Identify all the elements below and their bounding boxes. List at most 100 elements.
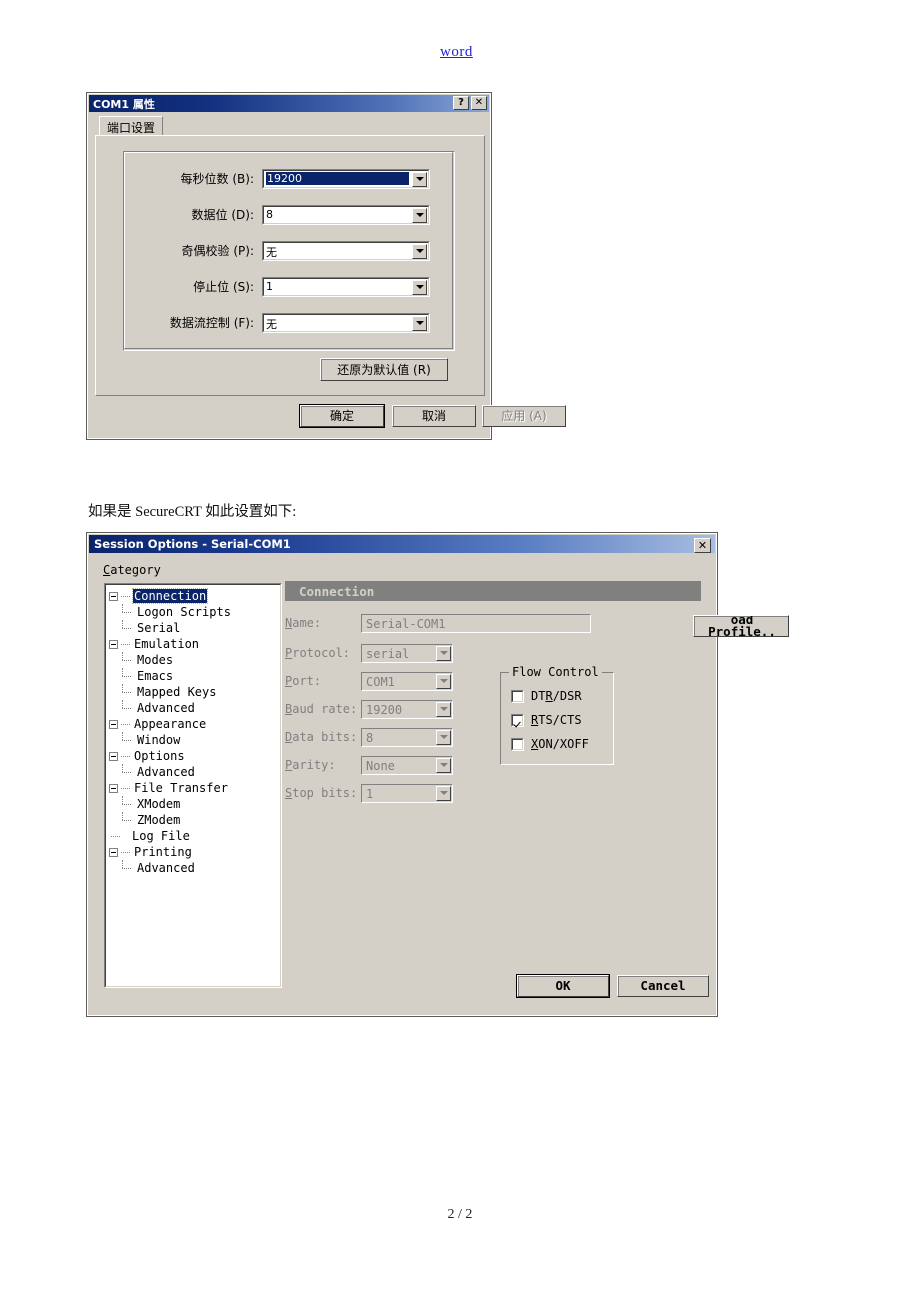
session-options-dialog: Session Options - Serial-COM1 ✕ Category… [86, 532, 789, 1017]
tree-item-log-file[interactable]: Log File [109, 828, 280, 844]
field-name: Name: Serial-COM1 [285, 613, 689, 633]
tree-collapse-icon[interactable] [109, 751, 118, 761]
tree-elbow-icon [118, 668, 136, 684]
combo-stop-bits[interactable]: 1 [361, 783, 453, 803]
combo-port[interactable]: COM1 [361, 671, 453, 691]
chevron-down-icon[interactable] [436, 785, 451, 801]
tree-item-label: Advanced [137, 765, 195, 779]
chevron-down-icon[interactable] [412, 243, 427, 259]
value-bits-per-second: 19200 [266, 171, 409, 185]
tree-item-label: Mapped Keys [137, 685, 217, 699]
close-icon[interactable]: ✕ [694, 538, 711, 553]
word-link[interactable]: word [440, 44, 473, 61]
tree-elbow-icon [118, 604, 136, 620]
tree-item-emulation[interactable]: Emulation [109, 636, 280, 652]
ok-button[interactable]: 确定 [300, 405, 384, 427]
tree-connector [121, 752, 130, 761]
cancel-button[interactable]: Cancel [617, 975, 709, 997]
cancel-button[interactable]: 取消 [392, 405, 476, 427]
tree-item-printing[interactable]: Printing [109, 844, 280, 860]
chevron-down-icon[interactable] [436, 645, 451, 661]
tab-port-settings[interactable]: 端口设置 [99, 116, 164, 136]
chevron-down-icon[interactable] [412, 315, 427, 331]
value-port: COM1 [366, 674, 395, 689]
tree-item-mapped-keys[interactable]: Mapped Keys [109, 684, 280, 700]
tree-item-file-transfer[interactable]: File Transfer [109, 780, 280, 796]
tree-item-label: Emacs [137, 669, 174, 683]
label-rts-cts: RTS/CTS [531, 713, 582, 727]
tree-item-advanced[interactable]: Advanced [109, 764, 280, 780]
chevron-down-icon[interactable] [412, 279, 427, 295]
tree-item-emacs[interactable]: Emacs [109, 668, 280, 684]
tree-item-label: Options [134, 749, 185, 763]
tree-item-zmodem[interactable]: ZModem [109, 812, 280, 828]
checkbox-rts-cts[interactable] [511, 713, 524, 727]
field-parity: 奇偶校验 (P): 无 [124, 240, 456, 261]
tree-item-appearance[interactable]: Appearance [109, 716, 280, 732]
tree-item-window[interactable]: Window [109, 732, 280, 748]
tree-collapse-icon[interactable] [109, 719, 118, 729]
label-stop-bits: 停止位 (S): [193, 280, 254, 294]
combo-protocol[interactable]: serial [361, 643, 453, 663]
chevron-down-icon[interactable] [412, 171, 427, 187]
value-stop-bits: 1 [266, 279, 273, 293]
label-port: Port: [285, 674, 322, 688]
ok-button[interactable]: OK [517, 975, 609, 997]
tree-item-label: Advanced [137, 861, 195, 875]
chevron-down-icon[interactable] [412, 207, 427, 223]
help-icon[interactable]: ? [453, 96, 469, 110]
tree-item-advanced[interactable]: Advanced [109, 700, 280, 716]
chevron-down-icon[interactable] [436, 673, 451, 689]
checkbox-dtr-dsr[interactable] [511, 689, 524, 703]
session-titlebar[interactable]: Session Options - Serial-COM1 ✕ [89, 535, 715, 553]
category-label: Category [103, 563, 161, 577]
tree-item-options[interactable]: Options [109, 748, 280, 764]
combo-baud-rate[interactable]: 19200 [361, 699, 453, 719]
combo-parity[interactable]: None [361, 755, 453, 775]
category-tree[interactable]: Connection Logon Scripts Serial Emulation Mo… [104, 583, 282, 988]
checkbox-row-dtr-dsr[interactable]: DTR/DSR [511, 689, 582, 703]
checkbox-row-rts-cts[interactable]: RTS/CTS [511, 713, 582, 727]
com1-titlebar[interactable]: COM1 属性 ? ✕ [89, 95, 489, 112]
tree-connector [121, 640, 130, 649]
body-paragraph: 如果是 SecureCRT 如此设置如下: [88, 504, 297, 520]
tree-item-serial[interactable]: Serial [109, 620, 280, 636]
com1-tabstrip: 端口设置 [95, 116, 485, 136]
tree-item-connection[interactable]: Connection [109, 588, 280, 604]
tree-item-modes[interactable]: Modes [109, 652, 280, 668]
tree-collapse-icon[interactable] [109, 591, 118, 601]
combo-parity[interactable]: 无 [262, 240, 430, 261]
value-data-bits: 8 [266, 207, 273, 221]
checkbox-xon-xoff[interactable] [511, 737, 524, 751]
load-profile-button[interactable]: oad Profile.. [693, 615, 789, 637]
chevron-down-icon[interactable] [436, 757, 451, 773]
close-icon[interactable]: ✕ [471, 96, 487, 110]
combo-bits-per-second[interactable]: 19200 [262, 168, 430, 189]
value-baud-rate: 19200 [366, 702, 403, 717]
tree-item-advanced[interactable]: Advanced [109, 860, 280, 876]
label-bits-per-second: 每秒位数 (B): [180, 172, 254, 186]
page-number: 2 / 2 [447, 1207, 473, 1222]
chevron-down-icon[interactable] [436, 729, 451, 745]
input-name[interactable]: Serial-COM1 [361, 613, 591, 633]
restore-defaults-button[interactable]: 还原为默认值 (R) [320, 358, 448, 381]
value-protocol: serial [366, 646, 410, 661]
tree-item-label: Serial [137, 621, 181, 635]
combo-stop-bits[interactable]: 1 [262, 276, 430, 297]
tree-item-label: ZModem [137, 813, 181, 827]
combo-data-bits[interactable]: 8 [262, 204, 430, 225]
checkbox-row-xon-xoff[interactable]: XON/XOFF [511, 737, 589, 751]
chevron-down-icon[interactable] [436, 701, 451, 717]
tree-item-label: Printing [134, 845, 192, 859]
tree-collapse-icon[interactable] [109, 783, 118, 793]
tree-item-logon-scripts[interactable]: Logon Scripts [109, 604, 280, 620]
tree-collapse-icon[interactable] [109, 847, 118, 857]
tree-item-xmodem[interactable]: XModem [109, 796, 280, 812]
field-stop-bits: Stop bits: 1 [285, 783, 453, 803]
tree-collapse-icon[interactable] [109, 639, 118, 649]
combo-flow-control[interactable]: 无 [262, 312, 430, 333]
label-name: Name: [285, 616, 322, 630]
combo-data-bits[interactable]: 8 [361, 727, 453, 747]
tree-elbow-icon [118, 812, 136, 828]
com1-properties-dialog: COM1 属性 ? ✕ 端口设置 每秒位数 (B): 19200 数据位 (D)… [86, 92, 566, 440]
